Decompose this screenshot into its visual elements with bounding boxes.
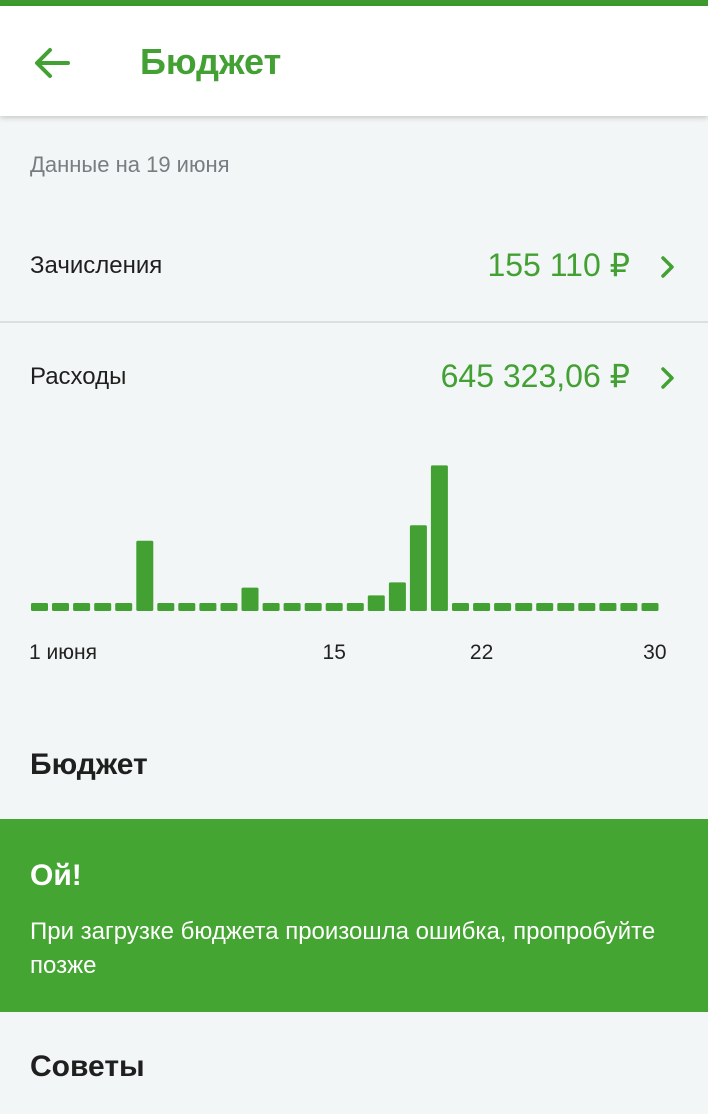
chart-bar-day-25[interactable] <box>536 603 554 611</box>
chart-bar-day-18[interactable] <box>388 582 406 611</box>
chart-bar-day-24[interactable] <box>515 603 533 611</box>
expenses-row[interactable]: Расходы 645 323,06 ₽ <box>0 339 708 419</box>
chart-bar-day-20[interactable] <box>430 465 448 611</box>
tips-section: Советы <box>0 1012 708 1114</box>
chart-bar-day-9[interactable] <box>199 603 217 611</box>
expenses-label: Расходы <box>30 363 127 390</box>
tips-section-title: Советы <box>30 1050 145 1083</box>
chart-bar-day-17[interactable] <box>367 595 385 611</box>
chart-bar-day-29[interactable] <box>620 603 638 611</box>
error-title: Ой! <box>30 859 82 892</box>
chart-bar-day-22[interactable] <box>473 603 491 611</box>
chart-bar-day-19[interactable] <box>409 525 427 611</box>
error-message: При загрузке бюджета произошла ошибка, п… <box>30 918 656 979</box>
chart-bar-day-28[interactable] <box>599 603 617 611</box>
back-button[interactable] <box>28 38 78 88</box>
chevron-right-icon <box>661 256 674 278</box>
chart-bar-day-1[interactable] <box>31 603 48 611</box>
chart-bar-day-23[interactable] <box>494 603 512 611</box>
chart-bar-day-10[interactable] <box>220 603 238 611</box>
chart-bar-day-16[interactable] <box>346 603 364 611</box>
chart-bar-day-21[interactable] <box>452 603 469 611</box>
expenses-value: 645 323,06 ₽ <box>440 358 630 394</box>
chart-bar-day-15[interactable] <box>325 603 343 611</box>
chart-bar-day-8[interactable] <box>178 603 196 611</box>
app-bar: Бюджет <box>0 6 708 116</box>
chart-bar-day-30[interactable] <box>641 603 659 611</box>
row-divider <box>0 321 708 323</box>
x-tick-label: 15 <box>323 641 346 664</box>
x-tick-label: 22 <box>470 641 493 664</box>
chart-bar-day-2[interactable] <box>52 603 69 611</box>
chart-bar-day-3[interactable] <box>73 603 91 611</box>
chart-bar-day-11[interactable] <box>241 587 259 611</box>
page-title: Бюджет <box>140 41 282 82</box>
chart-bar-day-5[interactable] <box>115 603 133 611</box>
income-value: 155 110 ₽ <box>487 247 630 283</box>
chart-bar-day-6[interactable] <box>136 540 154 611</box>
x-tick-label: 1 июня <box>29 641 97 664</box>
x-tick-label: 30 <box>643 641 666 664</box>
chart-bar-day-14[interactable] <box>304 603 322 611</box>
expenses-chart[interactable]: 1 июня 15 22 30 <box>0 430 708 680</box>
chevron-right-icon <box>661 367 674 389</box>
chart-bar-day-13[interactable] <box>283 603 301 611</box>
chart-bar-day-27[interactable] <box>578 603 596 611</box>
income-label: Зачисления <box>30 252 163 279</box>
income-row[interactable]: Зачисления 155 110 ₽ <box>0 228 708 308</box>
chart-bar-day-7[interactable] <box>157 603 175 611</box>
chart-bar-day-4[interactable] <box>94 603 112 611</box>
chart-bar-day-12[interactable] <box>262 603 280 611</box>
data-date-note: Данные на 19 июня <box>30 152 230 177</box>
arrow-left-icon <box>35 48 70 78</box>
budget-section-title: Бюджет <box>30 748 148 781</box>
budget-error-card: Ой! При загрузке бюджета произошла ошибк… <box>0 819 708 1012</box>
chart-bar-day-26[interactable] <box>557 603 575 611</box>
